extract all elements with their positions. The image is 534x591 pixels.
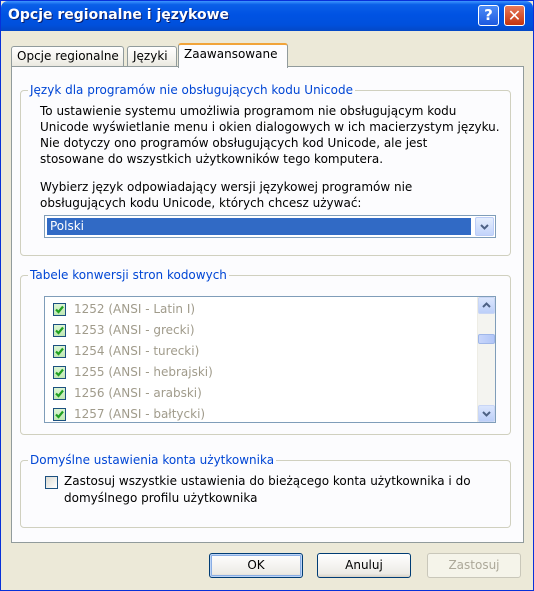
ok-button[interactable]: OK	[209, 553, 303, 578]
window-title: Opcje regionalne i językowe	[8, 7, 229, 23]
title-bar[interactable]: Opcje regionalne i językowe ? ✕	[1, 1, 533, 31]
chevron-up-icon	[482, 302, 491, 308]
unicode-description: To ustawienie systemu umożliwia programo…	[40, 103, 500, 167]
codepage-label: 1254 (ANSI - turecki)	[74, 344, 200, 358]
checkmark-icon	[55, 326, 64, 335]
checkmark-icon	[55, 305, 64, 314]
dropdown-arrow-button[interactable]	[475, 217, 494, 236]
checkmark-icon	[55, 368, 64, 377]
tab-languages[interactable]: Języki	[127, 46, 177, 67]
vertical-scrollbar[interactable]	[477, 297, 495, 422]
chevron-down-icon	[482, 411, 491, 417]
description-line: Unicode wyświetlanie menu i okien dialog…	[40, 120, 500, 134]
codepage-label: 1253 (ANSI - grecki)	[74, 323, 195, 337]
language-dropdown[interactable]: Polski	[44, 215, 496, 238]
chevron-down-icon	[480, 224, 489, 230]
codepage-label: 1252 (ANSI - Latin I)	[74, 302, 196, 316]
cancel-button[interactable]: Anuluj	[317, 553, 411, 578]
close-button[interactable]: ✕	[504, 5, 525, 26]
codepage-list[interactable]: 1252 (ANSI - Latin I) 1253 (ANSI - greck…	[44, 296, 496, 423]
checkmark-icon	[55, 347, 64, 356]
list-item[interactable]: 1255 (ANSI - hebrajski)	[51, 363, 461, 383]
checkbox-checked[interactable]	[53, 366, 66, 379]
codepage-group-title: Tabele konwersji stron kodowych	[28, 268, 229, 282]
apply-to-default-profile-checkbox[interactable]	[45, 476, 58, 489]
checkbox-checked[interactable]	[53, 324, 66, 337]
unicode-group-title: Język dla programów nie obsługujących ko…	[28, 83, 355, 97]
description-line: To ustawienie systemu umożliwia programo…	[40, 104, 457, 118]
help-button[interactable]: ?	[478, 5, 499, 26]
description-line: stosowane do wszystkich użytkowników teg…	[40, 152, 384, 166]
checkbox-checked[interactable]	[53, 408, 66, 421]
codepage-label: 1257 (ANSI - bałtycki)	[74, 407, 206, 421]
dialog-window: Opcje regionalne i językowe ? ✕ Opcje re…	[0, 0, 534, 591]
checkbox-checked[interactable]	[53, 303, 66, 316]
apply-button[interactable]: Zastosuj	[427, 553, 521, 578]
prompt-line: obsługujących kodu Unicode, których chce…	[40, 196, 362, 210]
scroll-thumb[interactable]	[478, 334, 495, 344]
codepage-label: 1256 (ANSI - arabski)	[74, 386, 202, 400]
language-dropdown-value: Polski	[47, 218, 471, 235]
codepage-label: 1255 (ANSI - hebrajski)	[74, 365, 213, 379]
scroll-up-button[interactable]	[478, 297, 495, 314]
tab-panel-advanced: Język dla programów nie obsługujących ko…	[11, 66, 524, 543]
list-item[interactable]: 1253 (ANSI - grecki)	[51, 321, 461, 341]
tab-regional-options[interactable]: Opcje regionalne	[11, 46, 124, 67]
list-item[interactable]: 1254 (ANSI - turecki)	[51, 342, 461, 362]
checkbox-checked[interactable]	[53, 387, 66, 400]
default-user-group-title: Domyślne ustawienia konta użytkownika	[28, 453, 277, 467]
checkmark-icon	[55, 389, 64, 398]
apply-to-default-profile-label[interactable]: Zastosuj wszystkie ustawienia do bieżące…	[64, 473, 494, 507]
language-prompt: Wybierz język odpowiadający wersji język…	[40, 179, 500, 211]
prompt-line: Wybierz język odpowiadający wersji język…	[40, 180, 413, 194]
list-item[interactable]: 1252 (ANSI - Latin I)	[51, 300, 461, 320]
checkbox-checked[interactable]	[53, 345, 66, 358]
list-item[interactable]: 1257 (ANSI - bałtycki)	[51, 405, 461, 422]
description-line: Nie dotyczy ono programów obsługujących …	[40, 136, 428, 150]
tab-advanced[interactable]: Zaawansowane	[178, 43, 288, 68]
scroll-down-button[interactable]	[478, 405, 495, 422]
list-item[interactable]: 1256 (ANSI - arabski)	[51, 384, 461, 404]
checkmark-icon	[55, 410, 64, 419]
